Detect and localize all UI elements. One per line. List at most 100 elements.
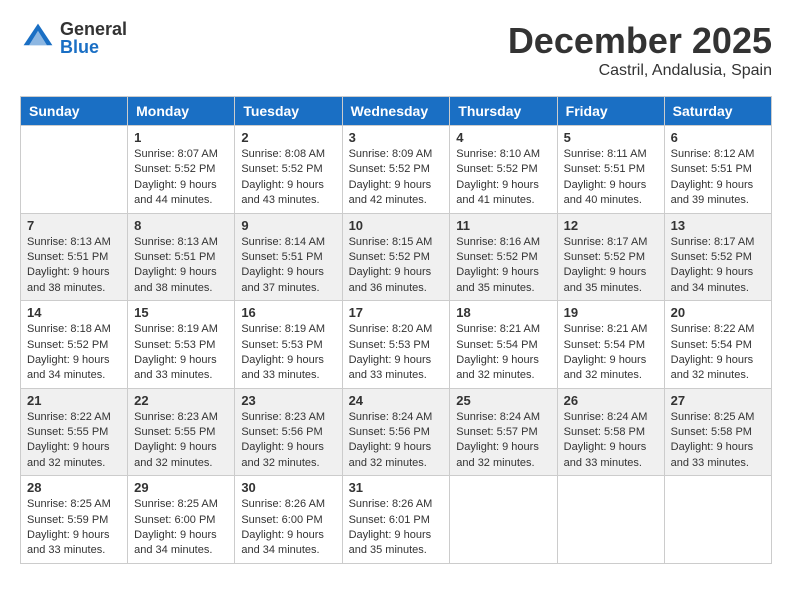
day-header-monday: Monday <box>128 97 235 126</box>
logo: General Blue <box>20 20 127 56</box>
day-info: Sunrise: 8:16 AMSunset: 5:52 PMDaylight:… <box>456 235 550 297</box>
day-number: 11 <box>456 218 550 233</box>
calendar-cell: 6 Sunrise: 8:12 AMSunset: 5:51 PMDaylight… <box>664 126 771 214</box>
day-header-saturday: Saturday <box>664 97 771 126</box>
calendar-week-row: 7Sunrise: 8:13 AMSunset: 5:51 PMDaylight… <box>21 213 772 301</box>
day-number: 9 <box>241 218 335 233</box>
calendar-cell: 26 Sunrise: 8:24 AMSunset: 5:58 PMDayligh… <box>557 388 664 476</box>
calendar-cell <box>21 126 128 214</box>
title-block: December 2025 Castril, Andalusia, Spain <box>508 20 772 80</box>
day-info: Sunrise: 8:07 AMSunset: 5:52 PMDaylight:… <box>134 147 228 209</box>
day-info: Sunrise: 8:25 AMSunset: 5:59 PMDaylight:… <box>27 497 121 559</box>
day-number: 30 <box>241 480 335 495</box>
day-number: 25 <box>456 393 550 408</box>
day-number: 31 <box>349 480 444 495</box>
calendar-cell: 31 Sunrise: 8:26 AMSunset: 6:01 PMDayligh… <box>342 476 450 564</box>
location: Castril, Andalusia, Spain <box>508 62 772 80</box>
calendar-header: SundayMondayTuesdayWednesdayThursdayFrid… <box>21 97 772 126</box>
day-info: Sunrise: 8:22 AMSunset: 5:54 PMDaylight:… <box>671 322 765 384</box>
day-info: Sunrise: 8:17 AMSunset: 5:52 PMDaylight:… <box>564 235 658 297</box>
calendar-cell: 29 Sunrise: 8:25 AMSunset: 6:00 PMDayligh… <box>128 476 235 564</box>
day-info: Sunrise: 8:12 AMSunset: 5:51 PMDaylight:… <box>671 147 765 209</box>
day-header-tuesday: Tuesday <box>235 97 342 126</box>
day-info: Sunrise: 8:20 AMSunset: 5:53 PMDaylight:… <box>349 322 444 384</box>
calendar-week-row: 14 Sunrise: 8:18 AMSunset: 5:52 PMDayligh… <box>21 301 772 389</box>
day-header-thursday: Thursday <box>450 97 557 126</box>
day-info: Sunrise: 8:21 AMSunset: 5:54 PMDaylight:… <box>564 322 658 384</box>
page-header: General Blue December 2025 Castril, Anda… <box>20 20 772 80</box>
day-number: 2 <box>241 130 335 145</box>
calendar-cell: 13 Sunrise: 8:17 AMSunset: 5:52 PMDayligh… <box>664 213 771 301</box>
calendar-cell: 21Sunrise: 8:22 AMSunset: 5:55 PMDayligh… <box>21 388 128 476</box>
day-number: 10 <box>349 218 444 233</box>
day-number: 16 <box>241 305 335 320</box>
day-number: 5 <box>564 130 658 145</box>
day-number: 21 <box>27 393 121 408</box>
day-info: Sunrise: 8:25 AMSunset: 6:00 PMDaylight:… <box>134 497 228 559</box>
day-info: Sunrise: 8:24 AMSunset: 5:57 PMDaylight:… <box>456 410 550 472</box>
calendar-cell: 2 Sunrise: 8:08 AMSunset: 5:52 PMDaylight… <box>235 126 342 214</box>
calendar-week-row: 1 Sunrise: 8:07 AMSunset: 5:52 PMDaylight… <box>21 126 772 214</box>
day-info: Sunrise: 8:11 AMSunset: 5:51 PMDaylight:… <box>564 147 658 209</box>
calendar-cell: 23Sunrise: 8:23 AMSunset: 5:56 PMDayligh… <box>235 388 342 476</box>
calendar-cell: 5 Sunrise: 8:11 AMSunset: 5:51 PMDaylight… <box>557 126 664 214</box>
calendar-cell: 9 Sunrise: 8:14 AMSunset: 5:51 PMDaylight… <box>235 213 342 301</box>
day-info: Sunrise: 8:23 AMSunset: 5:56 PMDaylight:… <box>241 410 335 472</box>
day-number: 28 <box>27 480 121 495</box>
calendar-cell: 27 Sunrise: 8:25 AMSunset: 5:58 PMDayligh… <box>664 388 771 476</box>
day-info: Sunrise: 8:10 AMSunset: 5:52 PMDaylight:… <box>456 147 550 209</box>
calendar-cell: 19 Sunrise: 8:21 AMSunset: 5:54 PMDayligh… <box>557 301 664 389</box>
calendar-cell: 20 Sunrise: 8:22 AMSunset: 5:54 PMDayligh… <box>664 301 771 389</box>
calendar-cell <box>450 476 557 564</box>
calendar-cell: 18Sunrise: 8:21 AMSunset: 5:54 PMDayligh… <box>450 301 557 389</box>
day-info: Sunrise: 8:24 AMSunset: 5:58 PMDaylight:… <box>564 410 658 472</box>
day-info: Sunrise: 8:13 AMSunset: 5:51 PMDaylight:… <box>134 235 228 297</box>
day-number: 29 <box>134 480 228 495</box>
calendar-cell: 12Sunrise: 8:17 AMSunset: 5:52 PMDayligh… <box>557 213 664 301</box>
calendar-cell: 7Sunrise: 8:13 AMSunset: 5:51 PMDaylight… <box>21 213 128 301</box>
header-row: SundayMondayTuesdayWednesdayThursdayFrid… <box>21 97 772 126</box>
day-info: Sunrise: 8:26 AMSunset: 6:00 PMDaylight:… <box>241 497 335 559</box>
day-number: 3 <box>349 130 444 145</box>
logo-blue: Blue <box>60 38 127 56</box>
calendar-week-row: 28 Sunrise: 8:25 AMSunset: 5:59 PMDayligh… <box>21 476 772 564</box>
logo-icon <box>20 20 56 56</box>
calendar-cell: 24Sunrise: 8:24 AMSunset: 5:56 PMDayligh… <box>342 388 450 476</box>
day-info: Sunrise: 8:08 AMSunset: 5:52 PMDaylight:… <box>241 147 335 209</box>
day-number: 14 <box>27 305 121 320</box>
calendar-cell: 14 Sunrise: 8:18 AMSunset: 5:52 PMDayligh… <box>21 301 128 389</box>
day-info: Sunrise: 8:25 AMSunset: 5:58 PMDaylight:… <box>671 410 765 472</box>
day-info: Sunrise: 8:26 AMSunset: 6:01 PMDaylight:… <box>349 497 444 559</box>
day-info: Sunrise: 8:18 AMSunset: 5:52 PMDaylight:… <box>27 322 121 384</box>
day-number: 17 <box>349 305 444 320</box>
day-info: Sunrise: 8:19 AMSunset: 5:53 PMDaylight:… <box>134 322 228 384</box>
day-header-wednesday: Wednesday <box>342 97 450 126</box>
day-number: 6 <box>671 130 765 145</box>
day-number: 26 <box>564 393 658 408</box>
day-header-sunday: Sunday <box>21 97 128 126</box>
calendar-cell: 16Sunrise: 8:19 AMSunset: 5:53 PMDayligh… <box>235 301 342 389</box>
calendar-cell: 15 Sunrise: 8:19 AMSunset: 5:53 PMDayligh… <box>128 301 235 389</box>
day-number: 15 <box>134 305 228 320</box>
day-number: 27 <box>671 393 765 408</box>
calendar-cell: 25 Sunrise: 8:24 AMSunset: 5:57 PMDayligh… <box>450 388 557 476</box>
calendar-cell: 4Sunrise: 8:10 AMSunset: 5:52 PMDaylight… <box>450 126 557 214</box>
day-number: 19 <box>564 305 658 320</box>
calendar-week-row: 21Sunrise: 8:22 AMSunset: 5:55 PMDayligh… <box>21 388 772 476</box>
day-info: Sunrise: 8:17 AMSunset: 5:52 PMDaylight:… <box>671 235 765 297</box>
calendar-table: SundayMondayTuesdayWednesdayThursdayFrid… <box>20 96 772 564</box>
month-title: December 2025 <box>508 20 772 62</box>
day-number: 1 <box>134 130 228 145</box>
day-info: Sunrise: 8:14 AMSunset: 5:51 PMDaylight:… <box>241 235 335 297</box>
day-number: 13 <box>671 218 765 233</box>
day-number: 20 <box>671 305 765 320</box>
calendar-cell: 11 Sunrise: 8:16 AMSunset: 5:52 PMDayligh… <box>450 213 557 301</box>
calendar-cell: 10Sunrise: 8:15 AMSunset: 5:52 PMDayligh… <box>342 213 450 301</box>
calendar-cell: 17 Sunrise: 8:20 AMSunset: 5:53 PMDayligh… <box>342 301 450 389</box>
day-number: 22 <box>134 393 228 408</box>
day-info: Sunrise: 8:24 AMSunset: 5:56 PMDaylight:… <box>349 410 444 472</box>
calendar-cell <box>664 476 771 564</box>
day-info: Sunrise: 8:13 AMSunset: 5:51 PMDaylight:… <box>27 235 121 297</box>
calendar-cell: 22Sunrise: 8:23 AMSunset: 5:55 PMDayligh… <box>128 388 235 476</box>
day-info: Sunrise: 8:09 AMSunset: 5:52 PMDaylight:… <box>349 147 444 209</box>
